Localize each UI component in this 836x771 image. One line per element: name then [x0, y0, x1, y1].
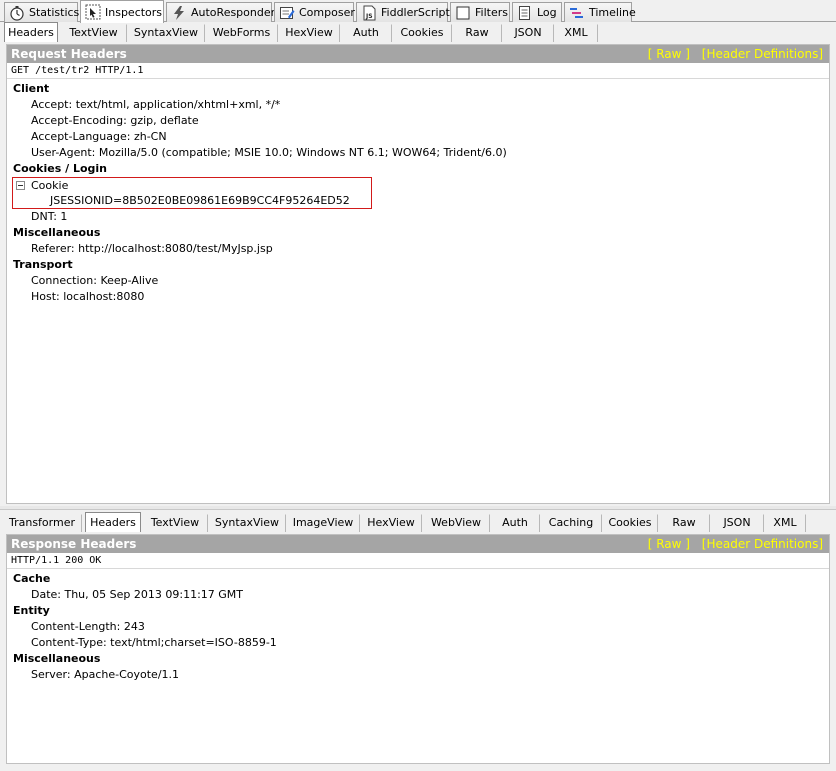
response-tab-textview[interactable]: TextView — [142, 514, 208, 532]
response-headers-bar: Response Headers [ Raw ] [Header Definit… — [7, 535, 829, 553]
tab-log[interactable]: Log — [512, 2, 562, 22]
group-cache[interactable]: Cache — [13, 571, 829, 587]
response-raw-link[interactable]: [ Raw ] — [648, 537, 690, 551]
request-tab-hexview[interactable]: HexView — [278, 24, 340, 42]
request-tab-auth[interactable]: Auth — [340, 24, 392, 42]
response-tab-cookies[interactable]: Cookies — [602, 514, 658, 532]
tab-inspectors[interactable]: Inspectors — [80, 0, 164, 23]
response-headers-panel: Response Headers [ Raw ] [Header Definit… — [6, 534, 830, 764]
response-header-tree: Cache Date: Thu, 05 Sep 2013 09:11:17 GM… — [7, 569, 829, 683]
response-tab-transformer[interactable]: Transformer — [2, 514, 82, 532]
request-tab-xml[interactable]: XML — [554, 24, 598, 42]
header-item[interactable]: Content-Type: text/html;charset=ISO-8859… — [13, 635, 829, 651]
response-tab-imageview[interactable]: ImageView — [286, 514, 360, 532]
response-tab-caching[interactable]: Caching — [540, 514, 602, 532]
header-item[interactable]: Connection: Keep-Alive — [13, 273, 829, 289]
svg-text:JS: JS — [365, 13, 373, 20]
tab-fiddlerscript-label: FiddlerScript — [381, 6, 450, 19]
request-tab-strip: Headers TextView SyntaxView WebForms Hex… — [2, 22, 832, 42]
request-tab-json[interactable]: JSON — [502, 24, 554, 42]
status-line: HTTP/1.1 200 OK — [7, 553, 829, 569]
header-item[interactable]: DNT: 1 — [13, 209, 829, 225]
tab-filters-label: Filters — [475, 6, 508, 19]
response-tab-headers[interactable]: Headers — [85, 512, 141, 532]
response-tab-hexview[interactable]: HexView — [360, 514, 422, 532]
request-tab-textview[interactable]: TextView — [60, 24, 127, 42]
response-headers-title: Response Headers — [11, 537, 137, 551]
timeline-icon — [569, 5, 585, 21]
request-headers-panel: Request Headers [ Raw ] [Header Definiti… — [6, 44, 830, 504]
cookie-highlight-box: Cookie JSESSIONID=8B502E0BE09861E69B9CC4… — [12, 177, 372, 209]
lightning-icon — [171, 5, 187, 21]
request-tab-cookies[interactable]: Cookies — [392, 24, 452, 42]
request-header-tree: Client Accept: text/html, application/xh… — [7, 79, 829, 305]
request-tab-webforms[interactable]: WebForms — [205, 24, 278, 42]
tab-fiddlerscript[interactable]: JS FiddlerScript — [356, 2, 450, 22]
header-item[interactable]: Server: Apache-Coyote/1.1 — [13, 667, 829, 683]
request-line: GET /test/tr2 HTTP/1.1 — [7, 63, 829, 79]
tab-log-label: Log — [537, 6, 557, 19]
request-headers-title: Request Headers — [11, 47, 127, 61]
inspect-icon — [85, 4, 101, 20]
response-tab-xml[interactable]: XML — [764, 514, 806, 532]
checkbox-icon — [455, 5, 471, 21]
header-item[interactable]: Date: Thu, 05 Sep 2013 09:11:17 GMT — [13, 587, 829, 603]
composer-icon — [279, 5, 295, 21]
group-client[interactable]: Client — [13, 81, 829, 97]
tab-statistics-label: Statistics — [29, 6, 80, 19]
response-header-definitions-link[interactable]: [Header Definitions] — [702, 537, 823, 551]
header-item[interactable]: Referer: http://localhost:8080/test/MyJs… — [13, 241, 829, 257]
tab-timeline-label: Timeline — [589, 6, 636, 19]
group-miscellaneous[interactable]: Miscellaneous — [13, 225, 829, 241]
request-tab-syntaxview[interactable]: SyntaxView — [127, 24, 205, 42]
collapse-toggle-icon[interactable] — [16, 181, 25, 190]
cookie-label[interactable]: Cookie — [31, 179, 68, 192]
request-header-definitions-link[interactable]: [Header Definitions] — [702, 47, 823, 61]
header-item[interactable]: Content-Length: 243 — [13, 619, 829, 635]
request-headers-bar: Request Headers [ Raw ] [Header Definiti… — [7, 45, 829, 63]
request-raw-link[interactable]: [ Raw ] — [648, 47, 690, 61]
response-tab-syntaxview[interactable]: SyntaxView — [208, 514, 286, 532]
tab-composer-label: Composer — [299, 6, 355, 19]
tab-autoresponder[interactable]: AutoResponder — [166, 2, 276, 22]
header-item[interactable]: Host: localhost:8080 — [13, 289, 829, 305]
header-item[interactable]: Accept-Encoding: gzip, deflate — [13, 113, 829, 129]
panel-splitter[interactable] — [0, 506, 836, 510]
tab-timeline[interactable]: Timeline — [564, 2, 636, 22]
group-transport[interactable]: Transport — [13, 257, 829, 273]
response-tab-webview[interactable]: WebView — [422, 514, 490, 532]
group-cookies-login[interactable]: Cookies / Login — [13, 161, 829, 177]
response-tab-json[interactable]: JSON — [710, 514, 764, 532]
tab-composer[interactable]: Composer — [274, 2, 355, 22]
response-tab-raw[interactable]: Raw — [658, 514, 710, 532]
tab-autoresponder-label: AutoResponder — [191, 6, 276, 19]
group-miscellaneous[interactable]: Miscellaneous — [13, 651, 829, 667]
log-icon — [517, 5, 533, 21]
tab-filters[interactable]: Filters — [450, 2, 510, 22]
request-tab-headers[interactable]: Headers — [4, 22, 58, 42]
script-icon: JS — [361, 5, 377, 21]
header-item[interactable]: User-Agent: Mozilla/5.0 (compatible; MSI… — [13, 145, 829, 161]
request-tab-raw[interactable]: Raw — [452, 24, 502, 42]
response-tab-auth[interactable]: Auth — [490, 514, 540, 532]
group-entity[interactable]: Entity — [13, 603, 829, 619]
cookie-value[interactable]: JSESSIONID=8B502E0BE09861E69B9CC4F95264E… — [13, 193, 371, 208]
header-item[interactable]: Accept: text/html, application/xhtml+xml… — [13, 97, 829, 113]
tab-inspectors-label: Inspectors — [105, 5, 163, 19]
header-item[interactable]: Accept-Language: zh-CN — [13, 129, 829, 145]
response-tab-strip: Transformer Headers TextView SyntaxView … — [2, 512, 832, 532]
tab-statistics[interactable]: Statistics — [4, 2, 80, 22]
stopwatch-icon — [9, 5, 25, 21]
main-tab-strip: Statistics Inspectors AutoResponder Comp… — [0, 0, 836, 23]
